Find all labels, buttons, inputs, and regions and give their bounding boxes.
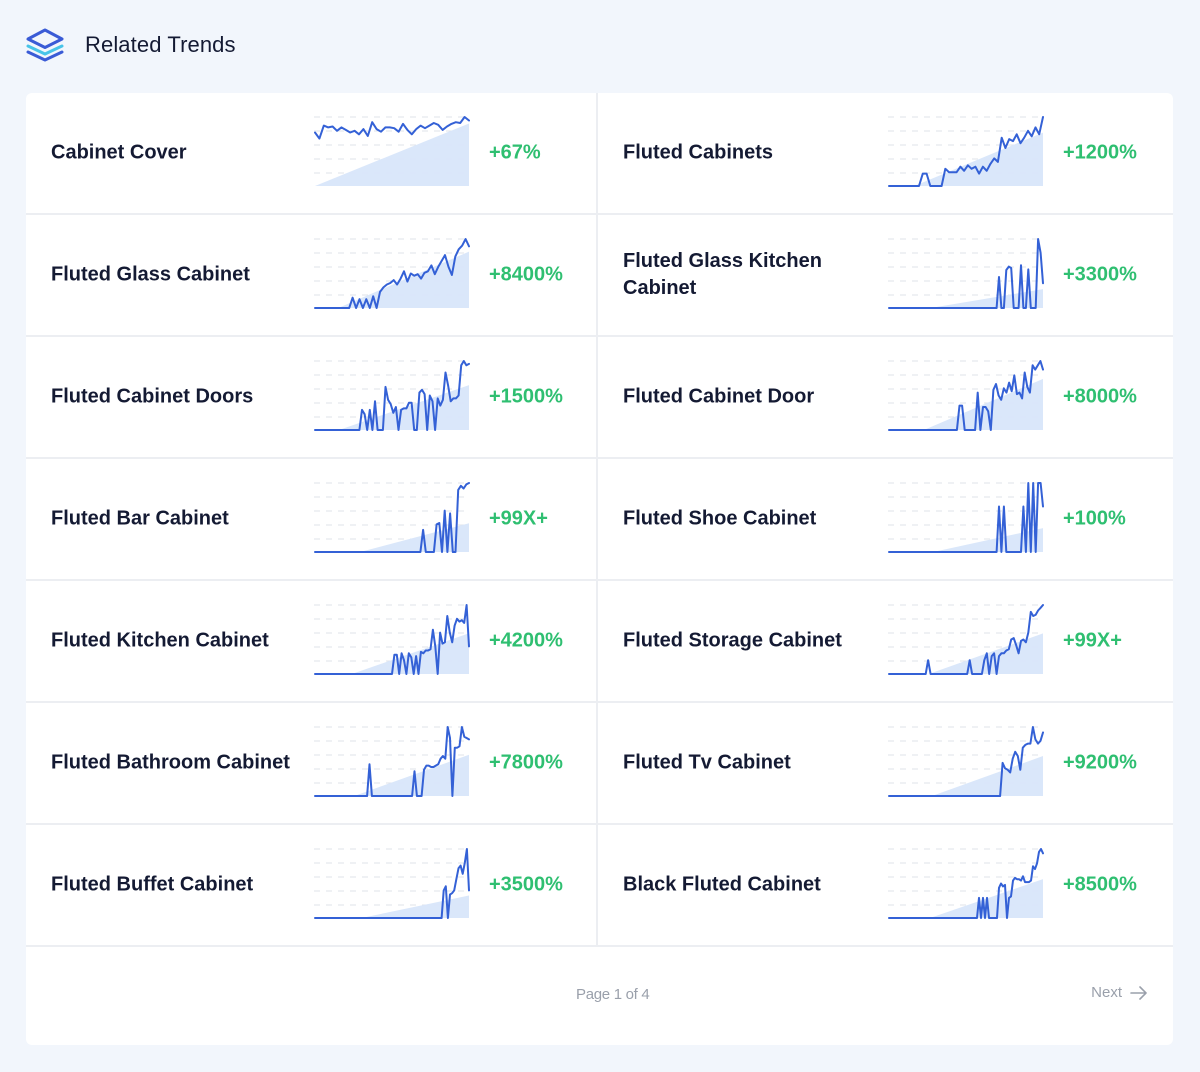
- trend-name[interactable]: Fluted Buffet Cabinet: [51, 872, 306, 899]
- trend-sparkline: [314, 116, 470, 186]
- trend-item[interactable]: Fluted Cabinet Door +8000%: [598, 337, 1173, 459]
- sparkline-trend-area: [315, 754, 469, 796]
- trend-change: +67%: [489, 141, 541, 164]
- trend-item[interactable]: Black Fluted Cabinet +8500%: [598, 825, 1173, 947]
- trend-sparkline: [888, 726, 1044, 797]
- trend-sparkline: [314, 238, 470, 309]
- trend-item[interactable]: Fluted Glass Kitchen Cabinet +3300%: [598, 215, 1173, 337]
- trend-change: +99X+: [489, 507, 548, 530]
- related-trends-card: Cabinet Cover +67% Fluted Cabinets +1200% Fl…: [26, 93, 1173, 1045]
- trend-change: +3300%: [1063, 263, 1137, 286]
- sparkline-trend-area: [889, 879, 1043, 918]
- trend-item[interactable]: Fluted Bar Cabinet +99X+: [26, 459, 598, 581]
- trend-name[interactable]: Fluted Cabinet Door: [623, 384, 878, 411]
- trend-name[interactable]: Cabinet Cover: [51, 140, 306, 167]
- trend-change: +3500%: [489, 873, 563, 896]
- trend-sparkline: [314, 726, 470, 797]
- trend-sparkline: [888, 482, 1044, 553]
- page-indicator: Page 1 of 4: [576, 986, 650, 1003]
- trend-name[interactable]: Fluted Kitchen Cabinet: [51, 628, 306, 655]
- trend-sparkline: [888, 848, 1044, 919]
- trend-change: +4200%: [489, 629, 563, 652]
- page-title: Related Trends: [85, 32, 236, 57]
- trend-change: +8400%: [489, 263, 563, 286]
- trend-change: +7800%: [489, 751, 563, 774]
- sparkline-line: [314, 482, 470, 553]
- sparkline-trend-area: [889, 528, 1043, 552]
- trend-change: +8500%: [1063, 873, 1137, 896]
- trend-change: +1500%: [489, 385, 563, 408]
- next-label: Next: [1091, 984, 1122, 1001]
- layers-icon: [24, 26, 66, 64]
- trend-item[interactable]: Fluted Buffet Cabinet +3500%: [26, 825, 598, 947]
- trends-grid: Cabinet Cover +67% Fluted Cabinets +1200% Fl…: [26, 93, 1173, 947]
- sparkline-trend-area: [315, 123, 469, 186]
- trend-name[interactable]: Fluted Tv Cabinet: [623, 750, 878, 777]
- trend-item[interactable]: Fluted Glass Cabinet +8400%: [26, 215, 598, 337]
- arrow-right-icon: [1130, 985, 1148, 1000]
- next-page-button[interactable]: Next: [1091, 984, 1148, 1001]
- trend-sparkline: [888, 360, 1044, 431]
- trend-item[interactable]: Fluted Bathroom Cabinet +7800%: [26, 703, 598, 825]
- trend-item[interactable]: Fluted Storage Cabinet +99X+: [598, 581, 1173, 703]
- trend-name[interactable]: Fluted Storage Cabinet: [623, 628, 878, 655]
- trend-name[interactable]: Fluted Glass Kitchen Cabinet: [623, 248, 878, 302]
- sparkline-line: [888, 238, 1044, 309]
- trend-sparkline: [314, 482, 470, 553]
- sparkline-trend-area: [889, 633, 1043, 674]
- trend-sparkline: [314, 848, 470, 919]
- trend-sparkline: [888, 116, 1044, 187]
- trend-change: +8000%: [1063, 385, 1137, 408]
- trend-change: +9200%: [1063, 751, 1137, 774]
- trend-name[interactable]: Fluted Bar Cabinet: [51, 506, 306, 533]
- trend-sparkline: [888, 604, 1044, 675]
- trend-sparkline: [314, 360, 470, 431]
- trend-item[interactable]: Fluted Tv Cabinet +9200%: [598, 703, 1173, 825]
- trend-name[interactable]: Black Fluted Cabinet: [623, 872, 878, 899]
- trend-name[interactable]: Fluted Bathroom Cabinet: [51, 750, 306, 777]
- sparkline-trend-area: [889, 378, 1043, 430]
- trend-item[interactable]: Cabinet Cover +67%: [26, 93, 598, 215]
- pagination: Page 1 of 4 Next: [26, 947, 1173, 1045]
- trend-change: +100%: [1063, 507, 1126, 530]
- trend-name[interactable]: Fluted Cabinets: [623, 140, 878, 167]
- trend-name[interactable]: Fluted Glass Cabinet: [51, 262, 306, 289]
- trend-item[interactable]: Fluted Kitchen Cabinet +4200%: [26, 581, 598, 703]
- trend-change: +99X+: [1063, 629, 1122, 652]
- page-header: Related Trends: [24, 26, 236, 64]
- trend-sparkline: [314, 604, 470, 675]
- trend-change: +1200%: [1063, 141, 1137, 164]
- trend-item[interactable]: Fluted Shoe Cabinet +100%: [598, 459, 1173, 581]
- trend-name[interactable]: Fluted Cabinet Doors: [51, 384, 306, 411]
- trend-item[interactable]: Fluted Cabinet Doors +1500%: [26, 337, 598, 459]
- trend-item[interactable]: Fluted Cabinets +1200%: [598, 93, 1173, 215]
- trend-name[interactable]: Fluted Shoe Cabinet: [623, 506, 878, 533]
- trend-sparkline: [888, 238, 1044, 309]
